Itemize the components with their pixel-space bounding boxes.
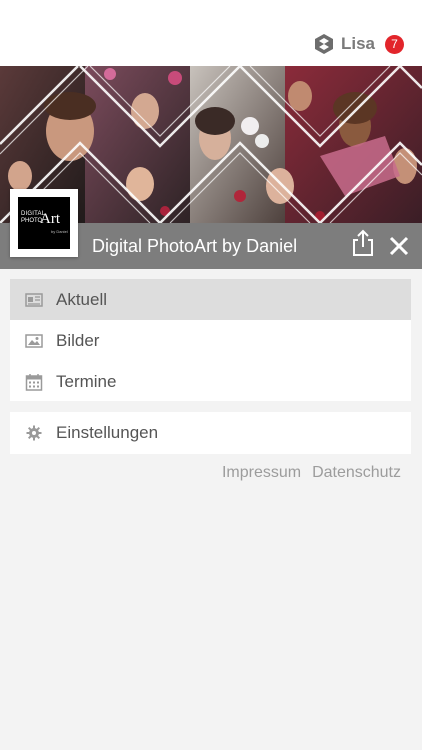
menu-label: Aktuell — [56, 289, 108, 309]
logo-text-art: Art — [40, 211, 60, 227]
user-name: Lisa — [340, 34, 375, 53]
menu-item-einstellungen[interactable]: Einstellungen — [10, 412, 411, 453]
settings-menu: Einstellungen — [10, 412, 411, 454]
news-icon — [25, 292, 43, 307]
menu-item-bilder[interactable]: Bilder — [10, 320, 411, 361]
menu-label: Einstellungen — [56, 422, 159, 442]
top-bar: Lisa 7 — [0, 0, 422, 66]
menu-item-aktuell[interactable]: Aktuell — [10, 279, 411, 320]
image-icon — [25, 333, 43, 348]
menu-item-termine[interactable]: Termine — [10, 361, 411, 402]
app-title: Digital PhotoArt by Daniel — [92, 236, 298, 256]
logo-mark: DIGITAL PHOTO Art by Daniel — [18, 197, 70, 249]
logo-text-by: by Daniel — [51, 229, 68, 234]
footer-links: Impressum Datenschutz — [222, 464, 401, 482]
hexagon-logo-icon — [314, 34, 333, 54]
menu-label: Termine — [56, 371, 117, 391]
gear-icon — [26, 425, 42, 440]
app-logo: DIGITAL PHOTO Art by Daniel — [10, 189, 78, 257]
menu-label: Bilder — [56, 330, 100, 350]
datenschutz-link[interactable]: Datenschutz — [312, 464, 401, 482]
calendar-icon — [25, 373, 43, 391]
close-icon[interactable] — [387, 234, 411, 258]
main-menu: Aktuell Bilder Termine — [10, 279, 411, 401]
impressum-link[interactable]: Impressum — [222, 464, 301, 482]
share-icon[interactable] — [350, 229, 376, 257]
user-menu[interactable]: Lisa 7 — [313, 32, 404, 56]
notification-badge[interactable]: 7 — [385, 34, 404, 54]
